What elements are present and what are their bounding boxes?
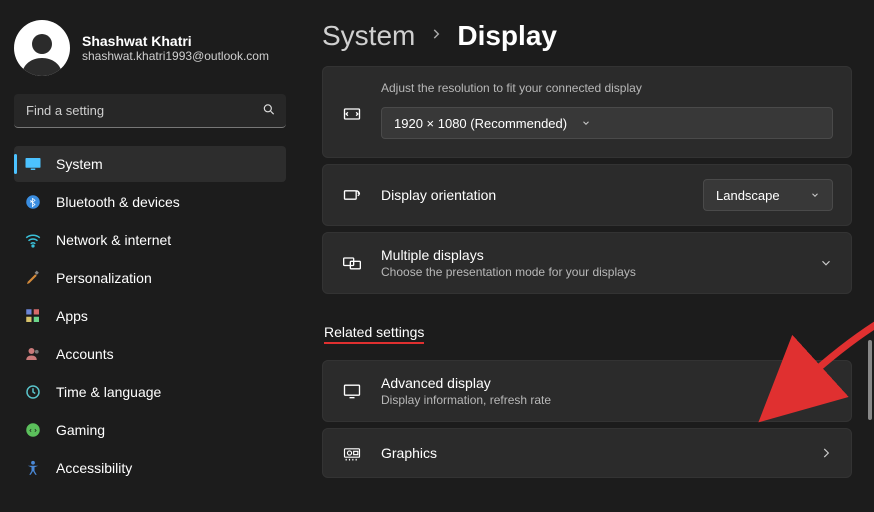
profile-block[interactable]: Shashwat Khatri shashwat.khatri1993@outl… [14,20,286,76]
nav-list: System Bluetooth & devices Network & int… [14,146,286,486]
gaming-icon [24,421,42,439]
related-settings-heading: Related settings [324,324,852,344]
breadcrumb-root[interactable]: System [322,20,415,52]
breadcrumb-leaf: Display [457,20,557,52]
content-area: Adjust the resolution to fit your connec… [300,66,874,478]
multiple-displays-icon [341,253,363,273]
profile-text: Shashwat Khatri shashwat.khatri1993@outl… [82,33,269,63]
clock-globe-icon [24,383,42,401]
nav-label: Time & language [56,384,161,400]
graphics-icon [341,443,363,463]
nav-item-system[interactable]: System [14,146,286,182]
nav-item-bluetooth[interactable]: Bluetooth & devices [14,184,286,220]
resolution-icon [341,96,363,124]
multiple-subtitle: Choose the presentation mode for your di… [381,265,801,279]
chevron-down-icon [810,188,820,203]
search-input[interactable] [14,94,286,128]
search-icon [262,103,276,120]
chevron-down-icon [581,116,591,131]
nav-label: System [56,156,103,172]
expand-chevron[interactable] [819,256,833,270]
nav-item-accessibility[interactable]: Accessibility [14,450,286,486]
orientation-title: Display orientation [381,187,685,203]
card-advanced-display[interactable]: Advanced display Display information, re… [322,360,852,422]
orientation-icon [341,185,363,205]
goto-chevron[interactable] [819,446,833,460]
system-icon [24,155,42,173]
advanced-subtitle: Display information, refresh rate [381,393,801,407]
avatar [14,20,70,76]
breadcrumb: System Display [300,0,874,66]
nav-label: Apps [56,308,88,324]
apps-icon [24,307,42,325]
orientation-value: Landscape [716,188,780,203]
nav-label: Bluetooth & devices [56,194,180,210]
nav-item-network[interactable]: Network & internet [14,222,286,258]
resolution-dropdown[interactable]: 1920 × 1080 (Recommended) [381,107,833,139]
sidebar: Shashwat Khatri shashwat.khatri1993@outl… [0,0,300,512]
advanced-display-icon [341,381,363,401]
accounts-icon [24,345,42,363]
wifi-icon [24,231,42,249]
nav-item-time-language[interactable]: Time & language [14,374,286,410]
resolution-value: 1920 × 1080 (Recommended) [394,116,567,131]
bluetooth-icon [24,193,42,211]
card-graphics[interactable]: Graphics [322,428,852,478]
main-panel: System Display Adjust the resolution to … [300,0,874,512]
profile-email: shashwat.khatri1993@outlook.com [82,49,269,63]
graphics-title: Graphics [381,445,801,461]
goto-chevron[interactable] [819,384,833,398]
profile-name: Shashwat Khatri [82,33,269,49]
nav-label: Network & internet [56,232,171,248]
resolution-subtitle: Adjust the resolution to fit your connec… [381,81,833,95]
card-display-orientation[interactable]: Display orientation Landscape [322,164,852,226]
accessibility-icon [24,459,42,477]
advanced-title: Advanced display [381,375,801,391]
orientation-dropdown[interactable]: Landscape [703,179,833,211]
search-container [14,94,286,128]
nav-label: Gaming [56,422,105,438]
nav-item-accounts[interactable]: Accounts [14,336,286,372]
nav-label: Personalization [56,270,152,286]
nav-label: Accounts [56,346,114,362]
card-display-resolution[interactable]: Adjust the resolution to fit your connec… [322,66,852,158]
chevron-right-icon [429,27,443,46]
card-multiple-displays[interactable]: Multiple displays Choose the presentatio… [322,232,852,294]
scrollbar-thumb[interactable] [868,340,872,420]
nav-item-personalization[interactable]: Personalization [14,260,286,296]
user-silhouette-icon [18,28,66,76]
nav-item-gaming[interactable]: Gaming [14,412,286,448]
nav-item-apps[interactable]: Apps [14,298,286,334]
paintbrush-icon [24,269,42,287]
multiple-title: Multiple displays [381,247,801,263]
nav-label: Accessibility [56,460,132,476]
